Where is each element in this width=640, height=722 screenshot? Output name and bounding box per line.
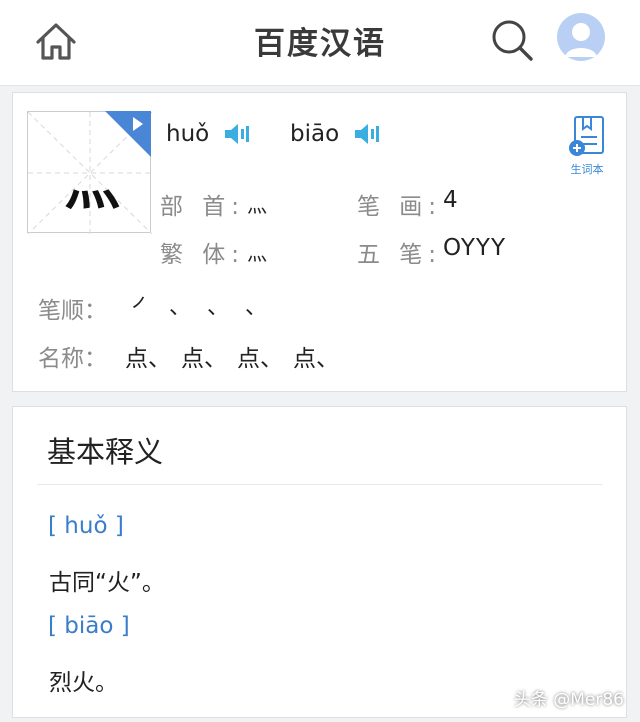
stroke-item: 、 (169, 295, 192, 320)
speaker-icon[interactable] (353, 121, 383, 147)
character-card: 灬 huǒ biāo 生词本 部 首: 灬 笔 画: 4 繁 体: 灬 五 笔:… (12, 92, 627, 392)
pinyin-text: huǒ (166, 121, 210, 147)
speaker-icon[interactable] (223, 121, 253, 147)
stroke-name-item: 点、 (293, 346, 339, 372)
avatar[interactable] (557, 13, 605, 61)
character-writing-box[interactable]: 灬 (27, 111, 152, 234)
top-header: 百度汉语 (0, 0, 640, 86)
add-to-vocab-button[interactable]: 生词本 (565, 115, 609, 176)
stroke-names-list: 点、 点、 点、 点、 (125, 339, 349, 373)
stroke-name-item: 点、 (237, 346, 283, 372)
strokes-value: 4 (443, 187, 458, 213)
wubi-value: OYYY (443, 235, 506, 261)
watermark: 头条 @Mer86 (513, 690, 624, 710)
stroke-names-label: 名称： (38, 346, 107, 372)
basic-definition-card: 基本释义 [ huǒ ] 古同“火”。 [ biāo ] 烈火。 (12, 406, 627, 718)
page-title: 百度汉语 (254, 26, 386, 62)
user-icon (565, 23, 597, 57)
definition-text: 烈火。 (49, 670, 118, 696)
pinyin-text: biāo (290, 121, 340, 147)
stroke-item: 、 (207, 295, 230, 320)
traditional-label: 繁 体: (160, 242, 246, 268)
section-title: 基本释义 (47, 435, 164, 469)
radical-label: 部 首: (160, 194, 246, 220)
stroke-name-item: 点、 (125, 346, 171, 372)
divider (37, 484, 602, 485)
definition-pinyin[interactable]: [ huǒ ] (48, 513, 124, 539)
wubi-label: 五 笔: (357, 242, 443, 268)
reading-huo: huǒ (166, 121, 253, 147)
stroke-item: 、 (245, 295, 268, 320)
stroke-order-label: 笔顺： (38, 298, 107, 324)
search-icon[interactable] (488, 16, 536, 64)
stroke-name-item: 点、 (181, 346, 227, 372)
radical-value[interactable]: 灬 (247, 189, 267, 218)
definition-pinyin[interactable]: [ biāo ] (48, 613, 130, 639)
vocab-book-icon (569, 116, 604, 156)
stroke-item: ㇒ (131, 295, 154, 320)
reading-biao: biāo (290, 121, 383, 147)
play-animation-icon[interactable] (105, 111, 151, 157)
vocab-label: 生词本 (570, 163, 604, 176)
definition-text: 古同“火”。 (49, 570, 165, 596)
stroke-order-list: ㇒ 、 、 、 (131, 289, 283, 321)
traditional-value: 灬 (247, 241, 267, 265)
strokes-label: 笔 画: (357, 194, 443, 220)
